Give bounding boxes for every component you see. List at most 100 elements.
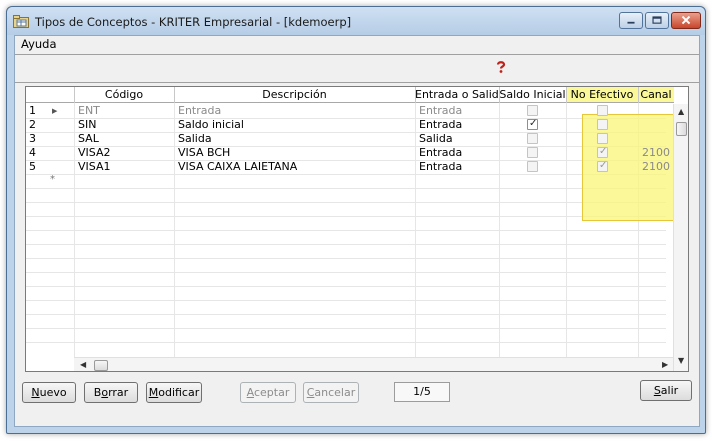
checkbox-no-efectivo[interactable] [597,105,608,116]
table-row[interactable]: 3 SAL Salida Salida [26,132,673,146]
modificar-accel: M [148,386,159,399]
cell-entrada-salida[interactable]: Entrada [419,146,462,159]
salir-button[interactable]: Salir [640,380,692,401]
header-divider [566,87,567,103]
cell-descripcion[interactable]: VISA BCH [178,146,230,159]
checkbox-saldo-inicial[interactable] [527,133,538,144]
grid-line [26,272,666,273]
close-icon [681,15,691,25]
horizontal-scrollbar[interactable]: ◀ ▶ [74,357,673,371]
cell-descripcion[interactable]: Saldo inicial [178,118,244,131]
cell-entrada-salida[interactable]: Entrada [419,160,462,173]
nuevo-button[interactable]: Nuevo [22,382,76,403]
vertical-scrollbar[interactable]: ▲ ▼ [673,104,688,371]
client-area: Ayuda Código Descripción Entrada o Salid… [14,35,700,427]
current-row-arrow-icon: ▶ [52,107,58,115]
nuevo-accel: N [31,386,40,399]
cell-entrada-salida[interactable]: Entrada [419,104,462,117]
maximize-button[interactable] [645,12,669,29]
checkbox-saldo-inicial[interactable] [527,147,538,158]
close-button[interactable] [671,12,701,29]
grid-line [26,216,666,217]
minimize-icon [627,21,635,24]
new-row-icon: * [50,174,55,185]
horizontal-scroll-thumb[interactable] [94,360,108,371]
cell-descripcion[interactable]: VISA CAIXA LAIETANA [178,160,297,173]
cell-canal[interactable]: 2100 [642,146,670,159]
header-canal[interactable]: Canal [638,87,674,103]
header-divider [638,87,639,103]
app-window: Tipos de Conceptos - KRITER Empresarial … [6,6,706,434]
folder-table-icon [13,15,29,28]
checkbox-no-efectivo[interactable]: ✓ [597,160,608,172]
header-no-efectivo[interactable]: No Efectivo [566,87,638,103]
cell-descripcion[interactable]: Entrada [178,104,221,117]
checkbox-saldo-inicial[interactable] [527,161,538,172]
checkmark-icon: ✓ [599,160,608,171]
header-saldo-inicial[interactable]: Saldo Inicial [499,87,566,103]
minimize-button[interactable] [619,12,643,29]
checkbox-no-efectivo[interactable] [597,119,608,130]
checkbox-saldo-inicial[interactable]: ✓ [527,118,538,130]
cell-codigo[interactable]: VISA1 [78,160,110,173]
grid-line [26,244,666,245]
conceptos-grid: Código Descripción Entrada o Salida Sald… [25,86,689,372]
table-row[interactable]: 4 VISA2 VISA BCH Entrada ✓ 2100 [26,146,673,160]
row-number: 1 [29,104,36,117]
scroll-right-icon[interactable]: ▶ [662,360,668,369]
scroll-up-icon[interactable]: ▲ [678,107,684,116]
cell-canal[interactable]: 2100 [642,160,670,173]
grid-line [26,202,666,203]
scroll-down-icon[interactable]: ▼ [678,356,684,365]
row-number: 3 [29,132,36,145]
cell-codigo[interactable]: ENT [78,104,100,117]
menu-divider [15,54,699,55]
checkmark-icon: ✓ [529,118,538,129]
table-row[interactable]: 2 SIN Saldo inicial Entrada ✓ [26,118,673,132]
modificar-label: odificar [158,386,200,399]
borrar-label: rrar [108,386,129,399]
checkmark-icon: ✓ [599,146,608,157]
window-title: Tipos de Conceptos - KRITER Empresarial … [35,15,352,29]
table-row[interactable]: 5 VISA1 VISA CAIXA LAIETANA Entrada ✓ 21… [26,160,673,174]
vertical-scroll-thumb[interactable] [676,122,687,136]
modificar-button[interactable]: Modificar [146,382,202,403]
header-divider [174,87,175,103]
cell-codigo[interactable]: SIN [78,118,96,131]
salir-accel: S [653,384,661,397]
record-counter: 1/5 [394,382,450,402]
aceptar-accel: A [246,386,254,399]
toolbar-divider [15,82,699,83]
cell-entrada-salida[interactable]: Salida [419,132,453,145]
header-descripcion[interactable]: Descripción [174,87,415,103]
cell-codigo[interactable]: VISA2 [78,146,110,159]
grid-line [26,258,666,259]
header-entrada-salida[interactable]: Entrada o Salida [415,87,499,103]
checkbox-saldo-inicial[interactable] [527,105,538,116]
toolbar [15,56,699,80]
borrar-button[interactable]: Borrar [84,382,138,403]
header-row-selector [26,87,74,103]
checkbox-no-efectivo[interactable] [597,133,608,144]
new-row[interactable]: * [26,174,673,188]
cell-entrada-salida[interactable]: Entrada [419,118,462,131]
scroll-left-icon[interactable]: ◀ [80,360,86,369]
salir-label: alir [660,384,679,397]
help-icon[interactable] [494,60,508,74]
header-codigo[interactable]: Código [74,87,174,103]
table-row[interactable]: 1 ▶ ENT Entrada Entrada [26,104,673,118]
grid-line [26,328,666,329]
header-divider [74,87,75,103]
menu-bar: Ayuda [15,36,699,52]
checkbox-no-efectivo[interactable]: ✓ [597,146,608,158]
nuevo-label: uevo [39,386,67,399]
row-number: 5 [29,160,36,173]
grid-line [26,286,666,287]
cell-codigo[interactable]: SAL [78,132,99,145]
header-divider [499,87,500,103]
cell-descripcion[interactable]: Salida [178,132,212,145]
cancelar-button[interactable]: Cancelar [303,382,359,403]
menu-ayuda[interactable]: Ayuda [21,37,57,51]
grid-line [26,300,666,301]
aceptar-button[interactable]: Aceptar [240,382,296,403]
